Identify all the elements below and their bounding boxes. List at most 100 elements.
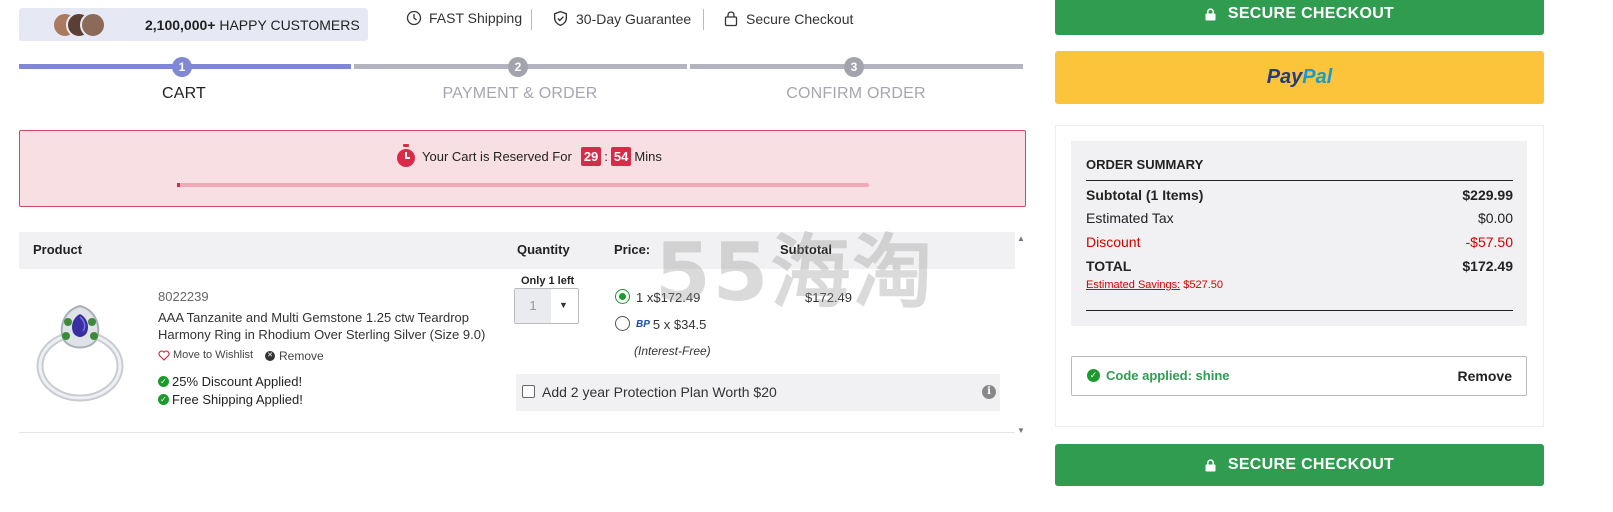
quantity-value: 1 — [515, 289, 551, 323]
reservation-suffix: Mins — [634, 148, 662, 164]
summary-tax-label: Estimated Tax — [1086, 210, 1174, 226]
watermark-logo: 55海淘 — [655, 226, 935, 319]
lock-icon — [1205, 458, 1216, 471]
summary-divider — [1086, 180, 1513, 181]
step-number-cart: 1 — [172, 57, 192, 77]
timer-separator: : — [604, 148, 608, 164]
header-product: Product — [33, 242, 83, 257]
estimated-savings-value: $527.50 — [1183, 279, 1223, 291]
wishlist-label: Move to Wishlist — [173, 349, 254, 361]
remove-label: Remove — [279, 349, 324, 363]
caret-down-icon: ▼ — [559, 300, 568, 310]
coupon-remove-button[interactable]: Remove — [1458, 368, 1512, 384]
summary-total-label: TOTAL — [1086, 258, 1132, 274]
cart-reservation-banner: Your Cart is Reserved For 29 : 54 Mins — [19, 130, 1026, 207]
summary-subtotal-label: Subtotal (1 Items) — [1086, 187, 1204, 203]
discount-applied-text: 25% Discount Applied! — [172, 374, 303, 389]
check-circle-icon: ✓ — [158, 394, 169, 405]
coupon-code-label: Code applied: shine — [1106, 368, 1230, 383]
reservation-progress-fill — [177, 183, 180, 187]
price-option-full-radio[interactable] — [615, 289, 630, 304]
move-to-wishlist-button[interactable]: Move to Wishlist — [158, 349, 253, 361]
stopwatch-icon — [397, 144, 415, 167]
paypal-button[interactable]: Pay Pal — [1055, 51, 1544, 104]
divider — [703, 9, 704, 30]
reservation-prefix: Your Cart is Reserved For — [422, 148, 572, 164]
protection-plan-label[interactable]: Add 2 year Protection Plan Worth $20 — [542, 384, 777, 400]
product-image-ring[interactable] — [30, 300, 130, 404]
summary-tax-value: $0.00 — [1477, 210, 1513, 226]
order-summary-title: ORDER SUMMARY — [1086, 157, 1204, 172]
clock-icon — [406, 10, 422, 26]
trust-secure: Secure Checkout — [723, 10, 853, 27]
lock-icon — [724, 11, 738, 27]
interest-free-note: (Interest-Free) — [634, 344, 711, 358]
table-scrollbar[interactable]: ▲ ▼ — [1015, 232, 1027, 437]
step-number-confirm: 3 — [844, 57, 864, 77]
trust-label: FAST Shipping — [429, 10, 523, 26]
avatar — [80, 12, 106, 38]
price-option-installment-radio[interactable] — [615, 316, 630, 331]
reservation-text: Your Cart is Reserved For 29 : 54 Mins — [395, 144, 662, 168]
coupon-applied-box: ✓ Code applied: shine Remove — [1071, 356, 1527, 396]
secure-checkout-button-bottom[interactable]: SECURE CHECKOUT — [1055, 444, 1544, 486]
summary-discount-label: Discount — [1086, 234, 1141, 250]
summary-divider — [1086, 310, 1513, 311]
summary-discount-value: -$57.50 — [1465, 234, 1513, 250]
trust-label: 30-Day Guarantee — [576, 10, 692, 27]
step-label-confirm: CONFIRM ORDER — [786, 85, 926, 102]
scroll-down-icon[interactable]: ▼ — [1017, 426, 1025, 435]
summary-tax-row: Estimated Tax $0.00 — [1086, 210, 1513, 226]
divider — [531, 9, 532, 30]
summary-subtotal-value: $229.99 — [1462, 187, 1513, 203]
timer-seconds: 54 — [610, 146, 632, 166]
step-label-payment: PAYMENT & ORDER — [442, 85, 598, 102]
info-icon[interactable]: i — [982, 385, 996, 399]
close-circle-icon: ✕ — [265, 351, 275, 361]
paypal-logo-pay: Pay — [1266, 66, 1303, 88]
remove-item-button[interactable]: ✕ Remove — [265, 349, 324, 363]
row-divider — [19, 432, 1015, 433]
shipping-applied-text: Free Shipping Applied! — [172, 392, 303, 407]
discount-applied-note: ✓ 25% Discount Applied! — [158, 374, 302, 389]
happy-customers-badge: 2,100,000+ HAPPY CUSTOMERS — [19, 8, 368, 41]
timer-minutes: 29 — [580, 146, 602, 166]
coupon-applied-text: ✓ Code applied: shine — [1087, 368, 1230, 383]
checkout-label: SECURE CHECKOUT — [1227, 5, 1395, 22]
step-number-payment: 2 — [508, 57, 528, 77]
header-price: Price: — [614, 242, 651, 257]
heart-icon — [158, 349, 170, 361]
trust-guarantee: 30-Day Guarantee — [552, 10, 691, 27]
lock-icon — [1205, 7, 1216, 20]
customer-count: 2,100,000+ — [145, 17, 216, 33]
secure-checkout-button-top[interactable]: SECURE CHECKOUT — [1055, 0, 1544, 35]
protection-plan-row[interactable]: Add 2 year Protection Plan Worth $20 i — [516, 374, 1000, 411]
budget-pay-badge: BP — [636, 319, 650, 330]
check-circle-icon: ✓ — [158, 376, 169, 387]
product-sku: 8022239 — [158, 289, 209, 304]
summary-total-value: $172.49 — [1462, 258, 1513, 274]
customers-text: 2,100,000+ HAPPY CUSTOMERS — [145, 17, 360, 33]
check-circle-icon: ✓ — [1087, 369, 1100, 382]
estimated-savings: Estimated Savings: $527.50 — [1086, 279, 1223, 291]
protection-plan-checkbox[interactable] — [522, 385, 535, 398]
header-quantity: Quantity — [517, 242, 570, 257]
quantity-select[interactable]: 1 ▼ — [514, 288, 579, 324]
summary-discount-row: Discount -$57.50 — [1086, 234, 1513, 250]
trust-label: Secure Checkout — [746, 10, 854, 27]
customer-label: HAPPY CUSTOMERS — [219, 17, 360, 33]
customer-avatars — [52, 12, 110, 38]
shipping-applied-note: ✓ Free Shipping Applied! — [158, 392, 303, 407]
trust-fast-shipping: FAST Shipping — [406, 10, 522, 26]
stock-note: Only 1 left — [521, 275, 575, 287]
paypal-logo-pal: Pal — [1302, 66, 1333, 88]
summary-total-row: TOTAL $172.49 — [1086, 258, 1513, 274]
estimated-savings-label[interactable]: Estimated Savings: — [1086, 279, 1180, 291]
checkout-label: SECURE CHECKOUT — [1227, 456, 1395, 473]
step-label-cart[interactable]: CART — [34, 85, 334, 103]
reservation-progress-bar — [177, 183, 869, 187]
summary-subtotal-row: Subtotal (1 Items) $229.99 — [1086, 187, 1513, 203]
scroll-up-icon[interactable]: ▲ — [1017, 234, 1025, 243]
product-name-link[interactable]: AAA Tanzanite and Multi Gemstone 1.25 ct… — [158, 309, 503, 343]
shield-check-icon — [553, 10, 568, 27]
